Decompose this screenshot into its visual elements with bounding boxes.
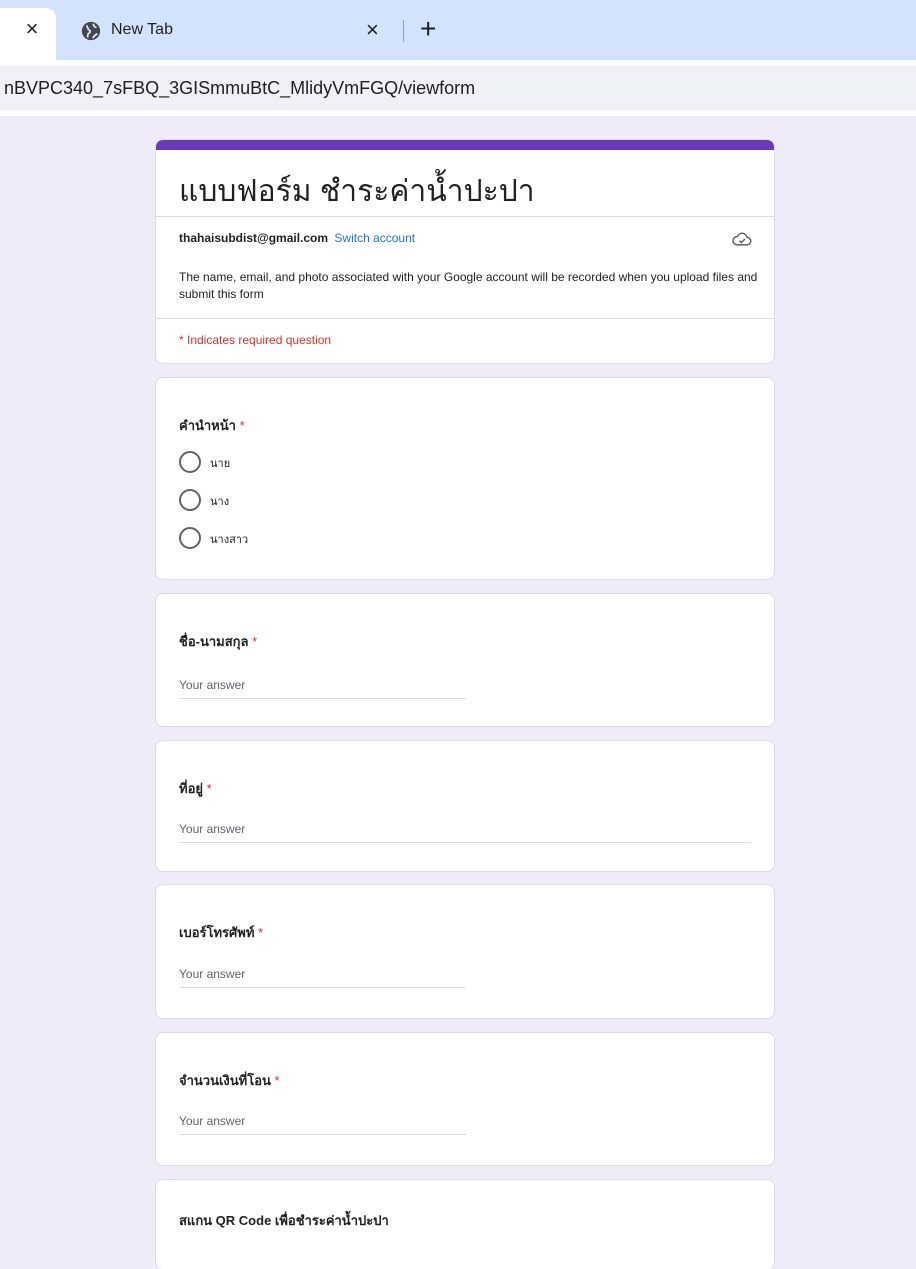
required-star: * (258, 925, 264, 940)
radio-label: นาย (210, 458, 231, 470)
question-card-amount: จำนวนเงินที่โอน * (155, 1032, 775, 1166)
privacy-notice: The name, email, and photo associated wi… (179, 270, 758, 301)
question-title-text: จำนวนเงินที่โอน (179, 1073, 271, 1088)
question-title: จำนวนเงินที่โอน * (179, 1070, 280, 1091)
question-card-full-name: ชื่อ-นามสกุล * (155, 593, 775, 727)
amount-input[interactable] (179, 1114, 466, 1128)
address-field[interactable] (179, 820, 751, 843)
full-name-field[interactable] (179, 676, 466, 699)
switch-account-link[interactable]: Switch account (334, 231, 415, 245)
question-card-phone: เบอร์โทรศัพท์ * (155, 884, 775, 1019)
globe-icon (81, 21, 101, 41)
radio-label: นางสาว (210, 534, 249, 546)
required-star: * (274, 1073, 280, 1088)
close-tab-icon[interactable]: × (366, 18, 379, 42)
amount-field[interactable] (179, 1112, 466, 1135)
required-star: * (239, 418, 245, 433)
required-star: * (206, 781, 212, 796)
divider (156, 318, 774, 319)
question-title: ชื่อ-นามสกุล * (179, 631, 257, 652)
tab-strip: × New Tab × + (0, 0, 916, 60)
question-title-text: เบอร์โทรศัพท์ (179, 925, 255, 940)
required-note: * Indicates required question (179, 333, 332, 347)
question-card-address: ที่อยู่ * (155, 740, 775, 872)
tab-separator (403, 20, 404, 42)
cloud-saved-icon (732, 232, 752, 246)
radio-label: นาง (210, 496, 230, 508)
url-text[interactable]: nBVPC340_7sFBQ_3GISmmuBtC_MlidyVmFGQ/vie… (4, 78, 475, 99)
phone-input[interactable] (179, 967, 466, 981)
divider (156, 216, 774, 217)
radio-button[interactable] (179, 527, 201, 549)
question-title-text: ที่อยู่ (179, 781, 203, 796)
account-email: thahaisubdist@gmail.com (179, 231, 329, 245)
form-header-card: แบบฟอร์ม ชำระค่าน้ำปะปา thahaisubdist@gm… (155, 139, 775, 364)
new-tab-button[interactable]: + (420, 14, 436, 44)
qr-code-section-card: สแกน QR Code เพื่อชำระค่าน้ำปะปา (155, 1179, 775, 1269)
tab-new-tab[interactable]: New Tab × (62, 8, 392, 56)
question-title-text: ชื่อ-นามสกุล (179, 634, 249, 649)
account-line: thahaisubdist@gmail.com Switch account (179, 231, 415, 245)
address-bar: nBVPC340_7sFBQ_3GISmmuBtC_MlidyVmFGQ/vie… (0, 60, 916, 116)
question-title-text: คำนำหน้า (179, 418, 236, 433)
question-title: เบอร์โทรศัพท์ * (179, 922, 263, 943)
form-title: แบบฟอร์ม ชำระค่าน้ำปะปา (179, 175, 535, 208)
full-name-input[interactable] (179, 678, 466, 692)
address-input[interactable] (179, 822, 751, 836)
url-field[interactable]: nBVPC340_7sFBQ_3GISmmuBtC_MlidyVmFGQ/vie… (0, 66, 916, 110)
required-star: * (252, 634, 258, 649)
tab-title: New Tab (111, 21, 173, 38)
question-title: ที่อยู่ * (179, 778, 212, 799)
radio-button[interactable] (179, 451, 201, 473)
question-title: คำนำหน้า * (179, 415, 245, 436)
section-title: สแกน QR Code เพื่อชำระค่าน้ำปะปา (179, 1213, 389, 1228)
radio-button[interactable] (179, 489, 201, 511)
header-accent-bar (156, 140, 774, 150)
question-card-title-prefix: คำนำหน้า * นาย นาง นางสาว (155, 377, 775, 580)
phone-field[interactable] (179, 965, 466, 988)
close-tab-icon[interactable]: × (20, 17, 44, 41)
